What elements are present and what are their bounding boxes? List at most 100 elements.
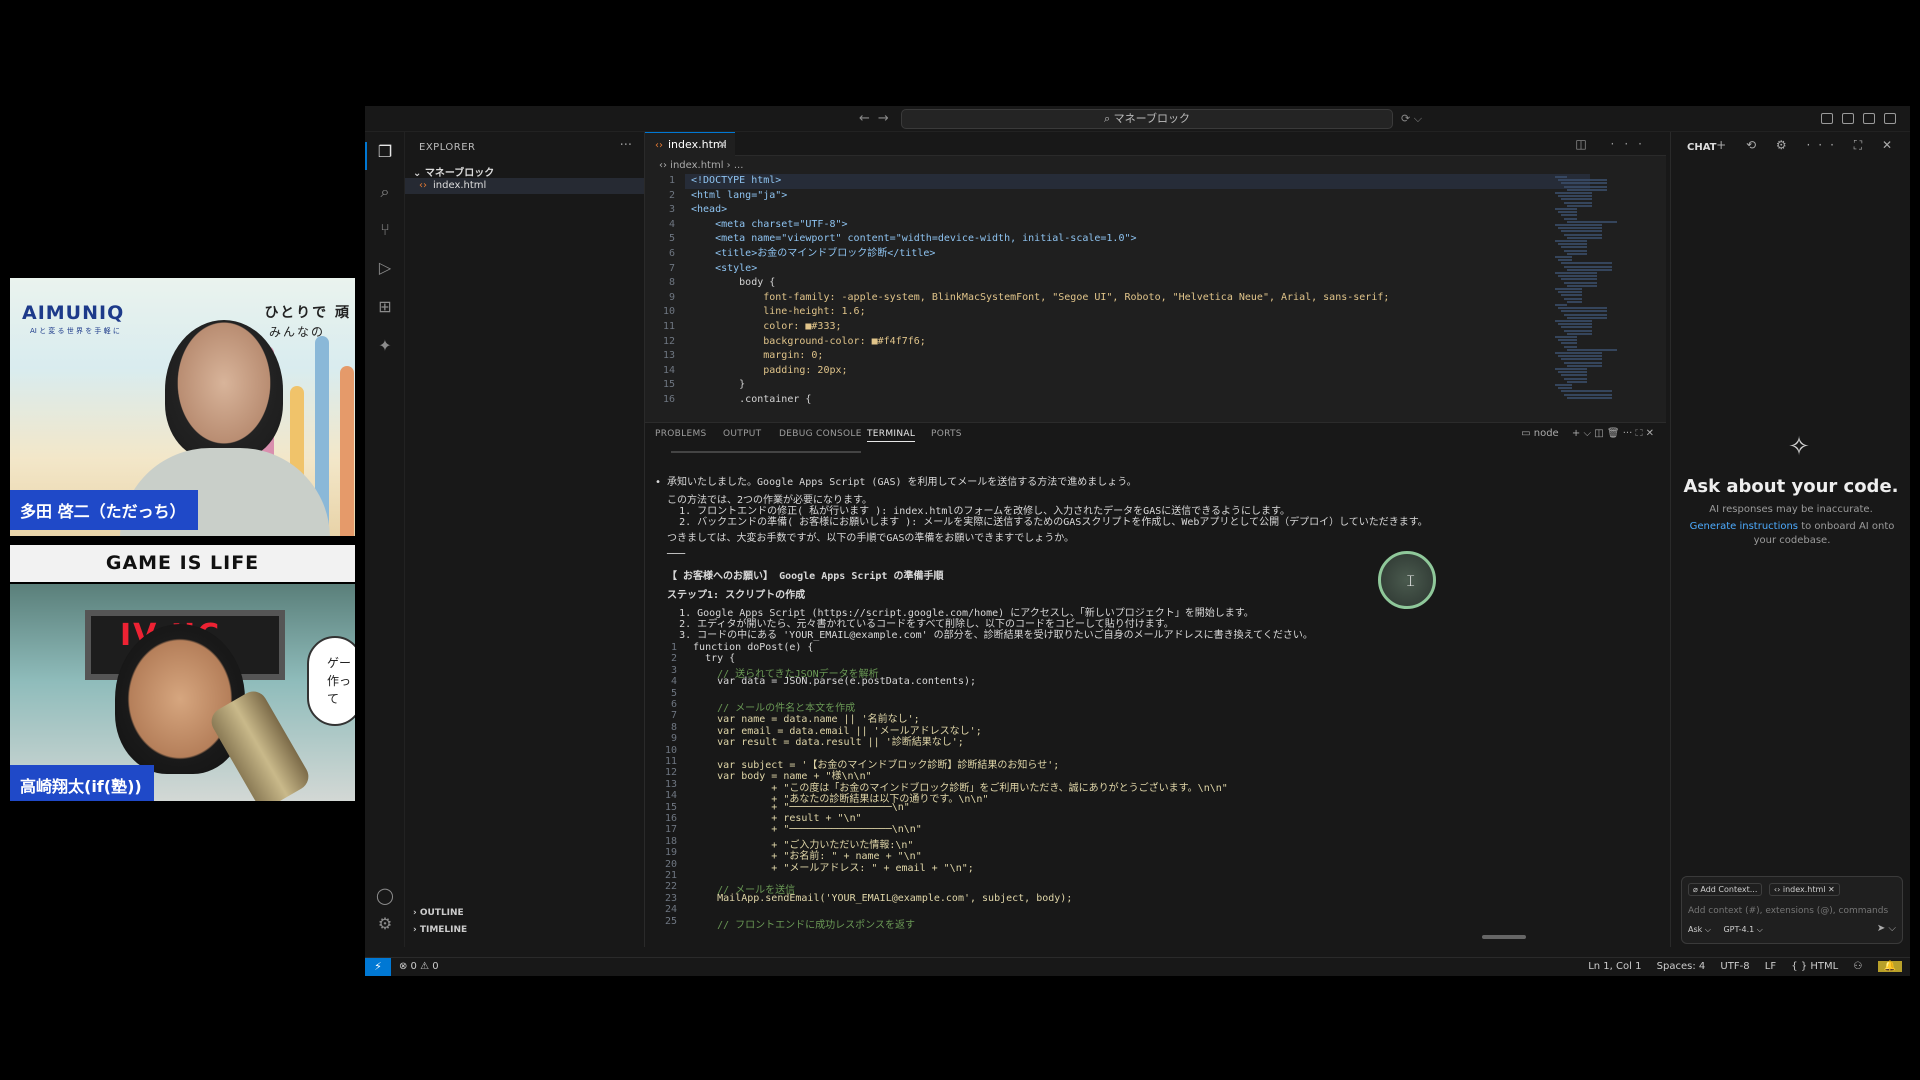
minimap-line <box>1558 291 1582 294</box>
title-bar: ←→ ⌕ マネーブロック ⟳ ⌵ <box>365 106 1910 132</box>
chat-context-row: ⌀ Add Context... ‹› index.html ✕ <box>1688 883 1844 896</box>
chat-input[interactable] <box>1688 903 1898 919</box>
minimap-line <box>1561 262 1612 265</box>
minimap-line <box>1567 332 1592 335</box>
minimap-line <box>1564 297 1582 300</box>
participant-video-1 <box>165 320 283 460</box>
terminal-code-line-number: 17 <box>664 824 677 836</box>
indentation[interactable]: Spaces: 4 <box>1657 961 1706 972</box>
panel-tab-output[interactable]: OUTPUT <box>723 429 761 439</box>
editor-actions[interactable]: ◫ ··· <box>1575 137 1652 151</box>
chat-sparkle-icon: ✧ <box>1788 432 1810 462</box>
terminal-code-line-number: 10 <box>664 744 677 756</box>
file-item-label: index.html <box>433 180 487 191</box>
generate-instructions-link[interactable]: Generate instructions <box>1690 521 1798 532</box>
terminal-code-line-number: 4 <box>670 676 677 688</box>
chat-toolbar[interactable]: + ⟲ ⚙ ··· ⛶ ✕ <box>1716 138 1900 153</box>
panel-tab-debug-console[interactable]: DEBUG CONSOLE <box>779 429 862 439</box>
sidebar-toggle-icon[interactable] <box>1842 113 1854 124</box>
terminal-code-line-number: 5 <box>670 687 677 699</box>
copilot-sparkle-icon[interactable]: ✦ <box>375 336 395 356</box>
terminal-code-line-number: 2 <box>670 653 677 665</box>
minimap-line <box>1564 265 1612 268</box>
minimap-line <box>1558 227 1602 230</box>
code-line: <title>お金のマインドブロック診断</title> <box>691 248 936 259</box>
minimap-line <box>1558 243 1587 246</box>
minimap-line <box>1564 281 1597 284</box>
notification-bell-icon[interactable]: 🔔 <box>1877 961 1902 972</box>
line-number: 16 <box>662 394 675 405</box>
account-icon[interactable]: ◯ <box>375 886 395 906</box>
code-line: <style> <box>691 262 758 274</box>
minimap-line <box>1567 252 1587 255</box>
terminal-code-line: try { <box>681 653 736 665</box>
minimap-line <box>1558 339 1577 342</box>
minimap-line <box>1561 230 1602 233</box>
cursor-position[interactable]: Ln 1, Col 1 <box>1588 961 1641 972</box>
workspace-folder[interactable]: ⌄ マネーブロック <box>413 164 494 179</box>
source-control-icon[interactable]: ⑂ <box>375 220 395 240</box>
minimap-line <box>1558 275 1597 278</box>
panel-tab-problems[interactable]: PROBLEMS <box>655 429 707 439</box>
active-indicator <box>365 142 367 170</box>
code-line: background-color: ■#f4f7f6; <box>691 335 926 347</box>
end-of-line[interactable]: LF <box>1765 961 1776 972</box>
model-selector[interactable]: GPT-4.1 ⌵ <box>1723 925 1762 934</box>
outline-section[interactable]: › OUTLINE <box>413 908 464 918</box>
minimap-line <box>1555 208 1577 210</box>
code-line: <html lang="ja"> <box>691 189 788 201</box>
panel-tab-terminal[interactable]: TERMINAL <box>867 429 916 442</box>
minimap-line <box>1564 313 1607 316</box>
forward-arrow-icon[interactable]: → <box>878 111 897 126</box>
copilot-status-icon[interactable]: ⚇ <box>1853 961 1862 972</box>
settings-gear-icon[interactable]: ⚙ <box>375 914 395 934</box>
minimap[interactable] <box>1555 176 1625 406</box>
file-item-index-html[interactable]: ‹› index.html <box>405 178 644 194</box>
remote-indicator-icon[interactable]: ⚡ <box>365 958 391 976</box>
code-line: line-height: 1.6; <box>691 306 866 318</box>
terminal-code-line: MailApp.sendEmail('YOUR_EMAIL@example.co… <box>681 892 1073 904</box>
minimap-line <box>1558 211 1577 214</box>
current-line-highlight <box>685 174 1590 189</box>
minimap-line <box>1561 294 1582 297</box>
webcam-tile-tada: AIMUNIQ AI と 変 る 世 界 を 手 軽 に ひとりで 頑 みんなの… <box>10 278 355 536</box>
secondary-sidebar-toggle-icon[interactable] <box>1884 113 1896 124</box>
nav-arrows[interactable]: ←→ <box>859 111 897 126</box>
explorer-files-icon[interactable]: ❐ <box>375 142 395 162</box>
explorer-more-icon[interactable]: ··· <box>620 138 632 153</box>
extensions-icon[interactable]: ⊞ <box>375 297 395 317</box>
close-tab-icon[interactable]: ✕ <box>718 138 727 151</box>
language-mode[interactable]: { } HTML <box>1791 961 1838 972</box>
command-center-search[interactable]: ⌕ マネーブロック <box>901 109 1393 129</box>
run-debug-icon[interactable]: ▷ <box>375 258 395 278</box>
breadcrumb[interactable]: ‹› index.html › ... <box>659 160 743 171</box>
send-button[interactable]: ➤ ⌵ <box>1877 923 1896 934</box>
chat-mode-selector[interactable]: Ask ⌵ <box>1688 925 1711 934</box>
minimap-line <box>1555 256 1572 258</box>
code-line: <head> <box>691 204 728 216</box>
terminal-actions[interactable]: + ⌵ ◫ 🗑 ··· ⛶ ✕ <box>1572 428 1654 439</box>
panel-tab-ports[interactable]: PORTS <box>931 429 962 439</box>
chat-panel: CHAT + ⟲ ⚙ ··· ⛶ ✕ ✧ Ask about your code… <box>1670 132 1910 947</box>
problems-count[interactable]: ⊗ 0 ⚠ 0 <box>399 961 439 972</box>
code-line: <meta charset="UTF-8"> <box>691 218 848 230</box>
minimap-line <box>1564 249 1587 252</box>
timeline-section[interactable]: › TIMELINE <box>413 925 467 935</box>
encoding[interactable]: UTF-8 <box>1720 961 1749 972</box>
panel-toggle-icon[interactable] <box>1863 113 1875 124</box>
command-center-extra-icon[interactable]: ⟳ ⌵ <box>1401 112 1422 126</box>
code-line: <!DOCTYPE html> <box>691 175 782 186</box>
tab-index-html[interactable]: ‹› index.html ✕ <box>645 132 735 156</box>
terminal-output[interactable]: • 承知いたしました。Google Apps Script (GAS) を利用し… <box>645 451 1645 941</box>
horizontal-scroll-handle[interactable] <box>1482 935 1526 939</box>
search-icon[interactable]: ⌕ <box>375 182 395 202</box>
terminal-code-line-number: 3 <box>670 664 677 676</box>
add-context-button[interactable]: ⌀ Add Context... <box>1688 883 1763 896</box>
terminal-shell-selector[interactable]: ▭ node <box>1521 428 1559 439</box>
layout-toggle-icon[interactable] <box>1821 113 1833 124</box>
minimap-line <box>1561 278 1597 281</box>
minimap-line <box>1561 326 1592 329</box>
back-arrow-icon[interactable]: ← <box>859 111 878 126</box>
context-file-chip[interactable]: ‹› index.html ✕ <box>1768 883 1840 896</box>
minimap-line <box>1567 188 1607 191</box>
